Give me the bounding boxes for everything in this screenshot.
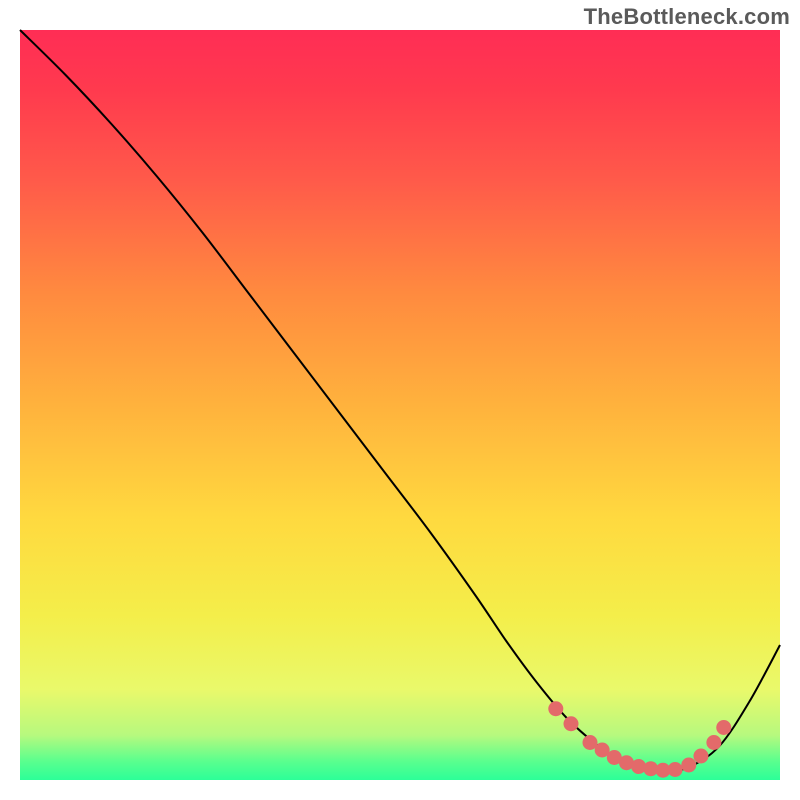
optimal-dot (548, 701, 563, 716)
optimal-dot (693, 749, 708, 764)
optimal-dot (668, 762, 683, 777)
optimal-dot (681, 758, 696, 773)
optimal-dot (706, 735, 721, 750)
optimal-dot (564, 716, 579, 731)
chart-container: TheBottleneck.com (0, 0, 800, 800)
optimal-dot (716, 720, 731, 735)
plot-background (20, 30, 780, 780)
bottleneck-chart (0, 0, 800, 800)
watermark-text: TheBottleneck.com (584, 4, 790, 30)
